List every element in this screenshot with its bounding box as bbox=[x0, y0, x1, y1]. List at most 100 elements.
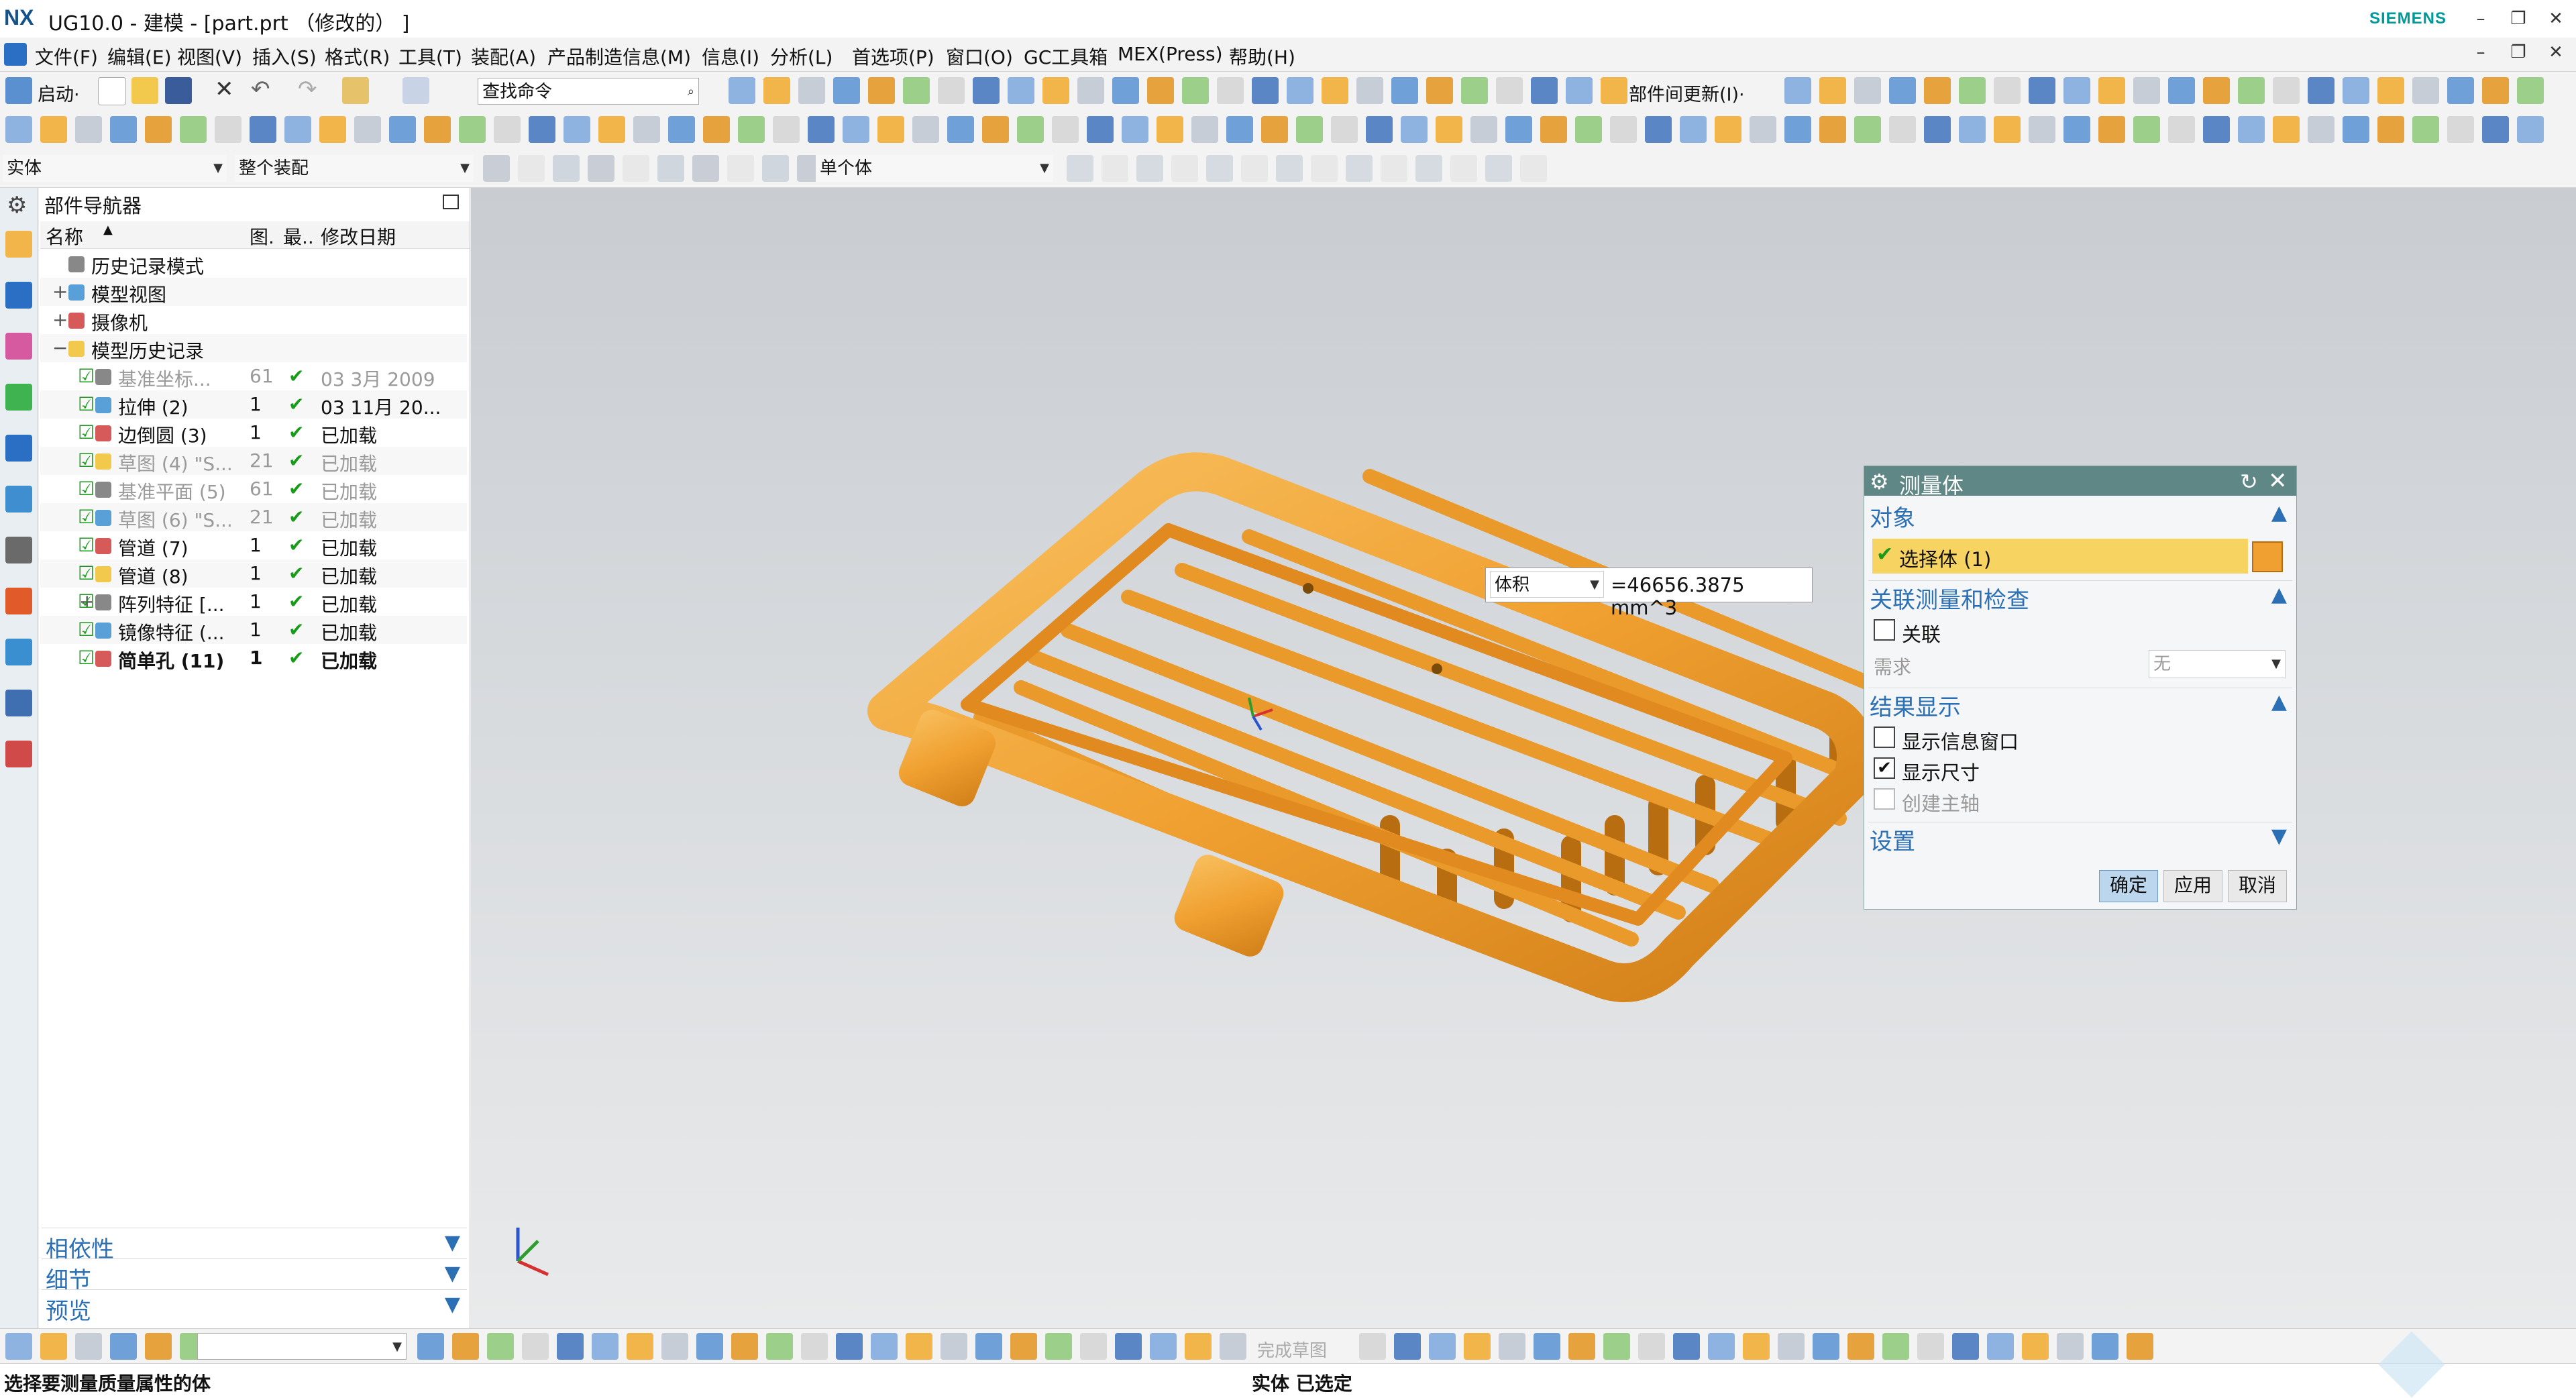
clipboard-icon[interactable] bbox=[342, 77, 369, 104]
close-icon[interactable]: ✕ bbox=[2268, 468, 2288, 494]
tool-icon[interactable] bbox=[2133, 116, 2160, 143]
feature-checkbox[interactable]: ☑ bbox=[78, 534, 95, 556]
tool-icon[interactable] bbox=[1854, 116, 1881, 143]
tool-icon[interactable] bbox=[1359, 1333, 1386, 1360]
menu-item[interactable]: MEX(Press) bbox=[1118, 43, 1223, 65]
tool-icon[interactable] bbox=[1356, 77, 1383, 104]
chevron-up-icon[interactable]: ▲ bbox=[2271, 690, 2287, 714]
navigator-row[interactable]: ☑ 基准坐标... 61 ✔ 03 3月 2009 bbox=[40, 362, 467, 390]
tool-icon[interactable] bbox=[553, 155, 580, 182]
tool-icon[interactable] bbox=[1136, 155, 1163, 182]
tool-icon[interactable] bbox=[2063, 77, 2090, 104]
tool-icon[interactable] bbox=[1520, 155, 1547, 182]
feature-checkbox[interactable]: ☑ bbox=[78, 393, 95, 415]
tool-icon[interactable] bbox=[1924, 116, 1951, 143]
assembly-scope-select[interactable]: 整个装配 ▼ bbox=[235, 155, 474, 182]
feature-checkbox[interactable]: ☑ bbox=[78, 647, 95, 669]
finish-sketch-button[interactable]: 完成草图 bbox=[1257, 1337, 1327, 1362]
feature-checkbox[interactable]: ☑ bbox=[78, 449, 95, 472]
tool-icon[interactable] bbox=[738, 116, 765, 143]
nx-app-icon[interactable] bbox=[4, 43, 27, 66]
resource-bar-icon[interactable] bbox=[5, 537, 32, 563]
tool-icon[interactable] bbox=[1331, 116, 1358, 143]
tool-icon[interactable] bbox=[2092, 1333, 2118, 1360]
tool-icon[interactable] bbox=[1470, 116, 1497, 143]
redo-icon[interactable]: ↷ bbox=[298, 76, 317, 103]
tool-icon[interactable] bbox=[1715, 116, 1741, 143]
tool-icon[interactable] bbox=[1042, 77, 1069, 104]
tool-icon[interactable] bbox=[2133, 77, 2160, 104]
menu-item[interactable]: 窗口(O) bbox=[946, 43, 1013, 70]
apply-button[interactable]: 应用 bbox=[2163, 870, 2222, 902]
tool-icon[interactable] bbox=[2098, 116, 2125, 143]
tool-icon[interactable] bbox=[529, 116, 555, 143]
navigator-row[interactable]: 历史记录模式 bbox=[40, 250, 467, 278]
select-body-row[interactable]: ✔ 选择体 (1) bbox=[1872, 539, 2248, 574]
tool-icon[interactable] bbox=[5, 116, 32, 143]
close-window-button[interactable]: ✕ bbox=[2537, 4, 2575, 34]
tool-icon[interactable] bbox=[1819, 77, 1846, 104]
section-associative[interactable]: 关联测量和检查 bbox=[1870, 582, 2029, 614]
tool-icon[interactable] bbox=[1415, 155, 1442, 182]
tool-icon[interactable] bbox=[2203, 116, 2230, 143]
tool-icon[interactable] bbox=[1499, 1333, 1525, 1360]
tool-icon[interactable] bbox=[762, 155, 789, 182]
tool-icon[interactable] bbox=[319, 116, 346, 143]
tool-icon[interactable] bbox=[836, 1333, 863, 1360]
section-settings[interactable]: 设置 bbox=[1870, 823, 1915, 856]
tool-icon[interactable] bbox=[284, 116, 311, 143]
type-filter-select[interactable]: 实体 ▼ bbox=[3, 155, 227, 182]
tool-icon[interactable] bbox=[1394, 1333, 1421, 1360]
tool-icon[interactable] bbox=[1540, 116, 1567, 143]
undo-icon[interactable]: ↶ bbox=[251, 76, 270, 103]
bottom-combo[interactable]: ▼ bbox=[197, 1333, 407, 1360]
tool-icon[interactable] bbox=[483, 155, 510, 182]
tool-icon[interactable] bbox=[2377, 116, 2404, 143]
tool-icon[interactable] bbox=[1882, 1333, 1909, 1360]
tool-icon[interactable] bbox=[2308, 77, 2334, 104]
restore-button[interactable]: ❐ bbox=[2500, 4, 2537, 34]
tool-icon[interactable] bbox=[843, 116, 869, 143]
tool-icon[interactable] bbox=[798, 77, 825, 104]
navigator-row[interactable]: ☑ 管道 (7) 1 ✔ 已加载 bbox=[40, 531, 467, 559]
tool-icon[interactable] bbox=[696, 1333, 723, 1360]
tool-icon[interactable] bbox=[1784, 116, 1811, 143]
tool-icon[interactable] bbox=[1568, 1333, 1595, 1360]
open-folder-icon[interactable] bbox=[131, 77, 158, 104]
tool-icon[interactable] bbox=[877, 116, 904, 143]
new-file-icon[interactable] bbox=[98, 77, 126, 105]
tool-icon[interactable] bbox=[1045, 1333, 1072, 1360]
menu-item[interactable]: 装配(A) bbox=[471, 43, 536, 70]
navigator-row[interactable]: ☑ 简单孔 (11) 1 ✔ 已加载 bbox=[40, 644, 467, 672]
tool-icon[interactable] bbox=[1575, 116, 1602, 143]
tool-icon[interactable] bbox=[1924, 77, 1951, 104]
menu-item[interactable]: 分析(L) bbox=[770, 43, 833, 70]
tool-icon[interactable] bbox=[1959, 77, 1986, 104]
tool-icon[interactable] bbox=[1917, 1333, 1944, 1360]
expand-icon[interactable]: + bbox=[52, 309, 68, 331]
navigator-row[interactable]: − 模型历史记录 bbox=[40, 334, 467, 362]
maximize-panel-icon[interactable] bbox=[443, 195, 459, 209]
tool-icon[interactable] bbox=[487, 1333, 514, 1360]
save-icon[interactable] bbox=[165, 77, 192, 104]
tool-icon[interactable] bbox=[1784, 77, 1811, 104]
tool-icon[interactable] bbox=[417, 1333, 444, 1360]
tool-icon[interactable] bbox=[912, 116, 939, 143]
tool-icon[interactable] bbox=[1603, 1333, 1630, 1360]
navigator-row[interactable]: ☑ 草图 (6) "S... 21 ✔ 已加载 bbox=[40, 503, 467, 531]
demand-select[interactable]: 无 ▼ bbox=[2149, 650, 2286, 678]
menu-item[interactable]: 编辑(E) bbox=[107, 43, 172, 70]
tool-icon[interactable] bbox=[1743, 1333, 1770, 1360]
tool-icon[interactable] bbox=[627, 1333, 653, 1360]
tool-icon[interactable] bbox=[1080, 1333, 1107, 1360]
tool-icon[interactable] bbox=[1813, 1333, 1839, 1360]
tool-icon[interactable] bbox=[1322, 77, 1348, 104]
tool-icon[interactable] bbox=[1287, 77, 1313, 104]
tool-icon[interactable] bbox=[75, 116, 102, 143]
body-filter-select[interactable]: 单个体 ▼ bbox=[816, 155, 1053, 182]
interpart-update-menu[interactable]: 部件间更新(I)· bbox=[1629, 80, 1745, 106]
tool-icon[interactable] bbox=[592, 1333, 619, 1360]
tool-icon[interactable] bbox=[657, 155, 684, 182]
show-size-checkbox[interactable]: ✔ bbox=[1874, 757, 1895, 779]
show-info-window-checkbox[interactable] bbox=[1874, 727, 1895, 748]
